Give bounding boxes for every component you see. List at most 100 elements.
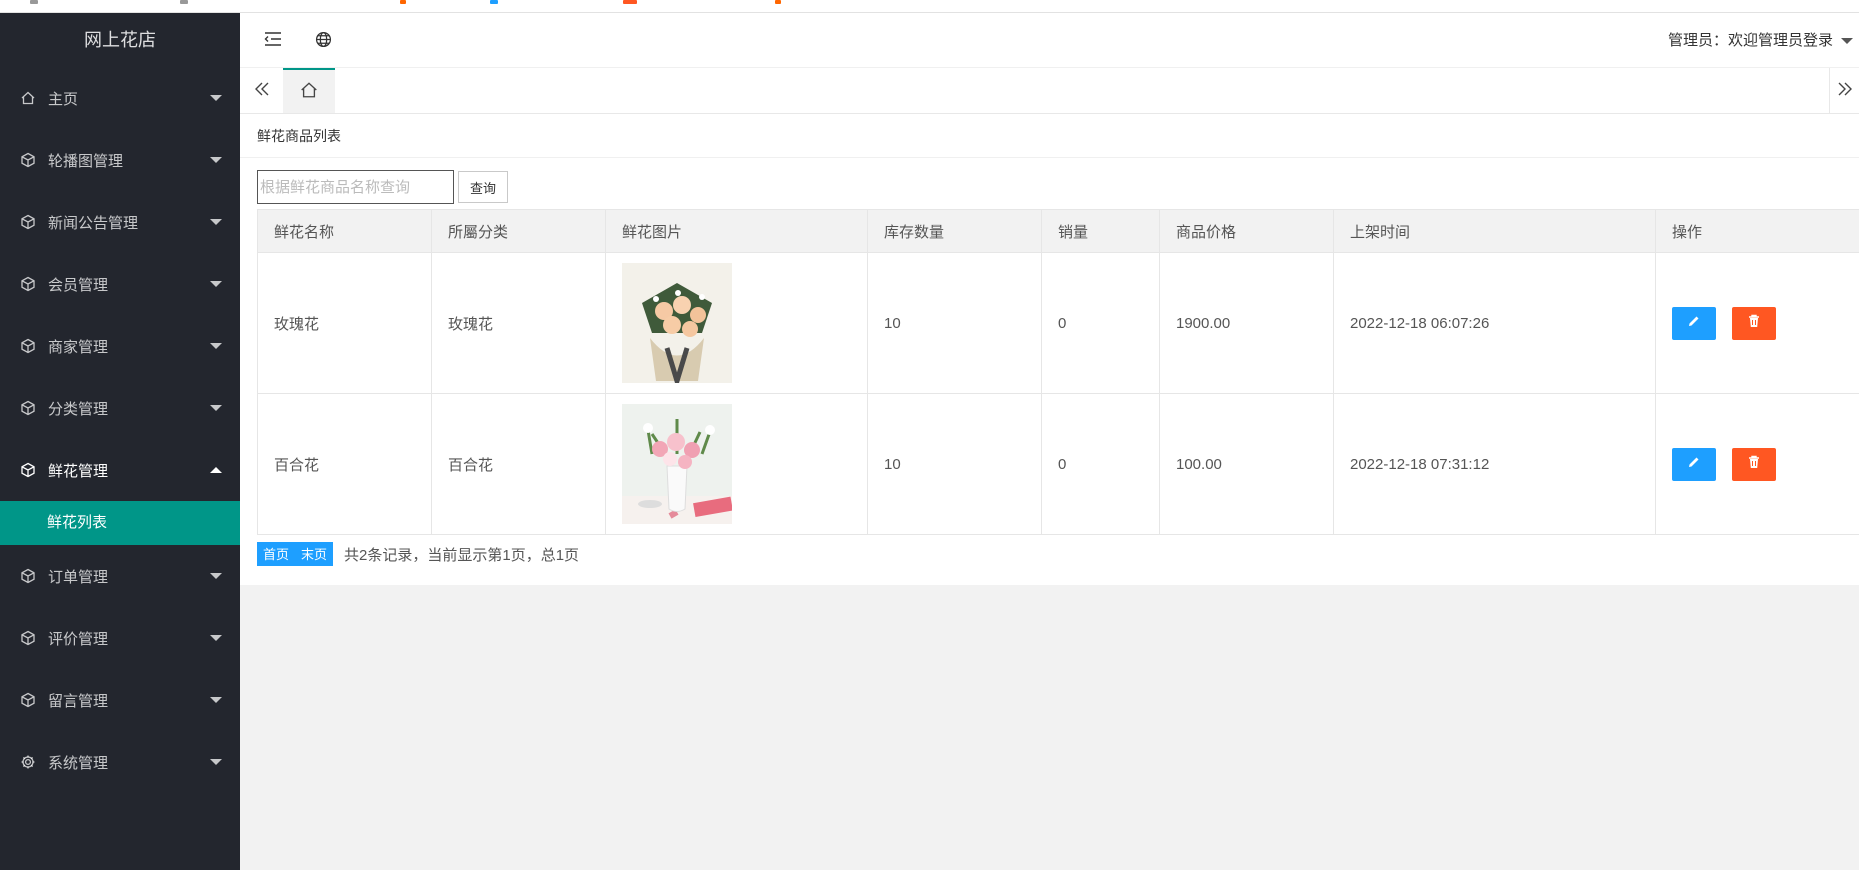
sidebar-item-categories[interactable]: 分类管理 bbox=[0, 377, 240, 439]
column-header: 鲜花图片 bbox=[605, 209, 868, 253]
column-header: 鲜花名称 bbox=[257, 209, 432, 253]
chevron-down-icon bbox=[210, 219, 222, 225]
admin-label: 管理员：欢迎管理员登录 bbox=[1667, 32, 1833, 49]
chevron-down-icon bbox=[210, 95, 222, 101]
cell-stock: 10 bbox=[867, 252, 1042, 394]
column-header: 操作 bbox=[1655, 209, 1859, 253]
cell-image bbox=[605, 393, 868, 535]
pagination: 首页 末页 共2条记录，当前显示第1页，总1页 bbox=[257, 542, 579, 566]
column-header: 库存数量 bbox=[867, 209, 1042, 253]
cube-icon bbox=[20, 276, 36, 292]
cell-name: 玫瑰花 bbox=[257, 252, 432, 394]
cube-icon bbox=[20, 692, 36, 708]
gear-icon bbox=[20, 754, 36, 770]
sidebar-item-home[interactable]: 主页 bbox=[0, 67, 240, 129]
cell-actions bbox=[1655, 393, 1859, 535]
page-title: 鲜花商品列表 bbox=[240, 114, 1859, 158]
sidebar-item-label: 轮播图管理 bbox=[48, 152, 124, 170]
table-row: 百合花 百合花 10 0 100.00 2022-12-18 07:31:12 bbox=[257, 393, 1859, 535]
sidebar-item-label: 主页 bbox=[48, 90, 79, 108]
cell-stock: 10 bbox=[867, 393, 1042, 535]
chevron-down-icon bbox=[210, 573, 222, 579]
cell-name: 百合花 bbox=[257, 393, 432, 535]
cell-category: 百合花 bbox=[431, 393, 606, 535]
edit-button[interactable] bbox=[1672, 447, 1716, 481]
chevron-up-icon bbox=[210, 467, 222, 473]
sidebar-item-label: 系统管理 bbox=[48, 754, 109, 772]
language-button[interactable] bbox=[298, 13, 348, 68]
content-card: 鲜花商品列表 查询 鲜花名称 所屬分类 鲜花图片 库存数量 销量 商品价格 上架… bbox=[240, 114, 1859, 585]
chevron-down-icon bbox=[210, 405, 222, 411]
cell-listed-time: 2022-12-18 06:07:26 bbox=[1333, 252, 1656, 394]
double-chevron-left-icon bbox=[253, 81, 271, 100]
sidebar-item-flowers[interactable]: 鲜花管理 bbox=[0, 439, 240, 501]
pagination-info: 共2条记录，当前显示第1页，总1页 bbox=[344, 546, 580, 564]
table-header-row: 鲜花名称 所屬分类 鲜花图片 库存数量 销量 商品价格 上架时间 操作 bbox=[257, 209, 1859, 253]
home-icon bbox=[20, 90, 36, 106]
cell-sales: 0 bbox=[1041, 393, 1160, 535]
browser-top-strip bbox=[0, 0, 1859, 13]
sidebar-item-orders[interactable]: 订单管理 bbox=[0, 545, 240, 607]
sidebar-item-merchants[interactable]: 商家管理 bbox=[0, 315, 240, 377]
lily-vase-photo bbox=[622, 404, 732, 524]
cube-icon bbox=[20, 462, 36, 478]
tab-scroll-left-button[interactable] bbox=[240, 68, 283, 113]
trash-icon bbox=[1747, 314, 1761, 332]
sidebar-item-label: 会员管理 bbox=[48, 276, 109, 294]
cell-price: 1900.00 bbox=[1159, 252, 1334, 394]
cell-listed-time: 2022-12-18 07:31:12 bbox=[1333, 393, 1656, 535]
cell-price: 100.00 bbox=[1159, 393, 1334, 535]
cube-icon bbox=[20, 400, 36, 416]
tab-scroll-right-button[interactable] bbox=[1829, 68, 1859, 113]
search-button[interactable]: 查询 bbox=[458, 171, 509, 203]
delete-button[interactable] bbox=[1732, 447, 1777, 481]
cube-icon bbox=[20, 152, 36, 168]
table-row: 玫瑰花 玫瑰花 10 0 1900.00 2022-12-18 06:07:26 bbox=[257, 252, 1859, 394]
chevron-down-icon bbox=[210, 281, 222, 287]
admin-menu[interactable]: 管理员：欢迎管理员登录 bbox=[1668, 13, 1859, 68]
chevron-down-icon bbox=[210, 635, 222, 641]
pencil-icon bbox=[1687, 455, 1701, 473]
column-header: 商品价格 bbox=[1159, 209, 1334, 253]
cube-icon bbox=[20, 338, 36, 354]
chevron-down-icon bbox=[1841, 38, 1853, 44]
sidebar-item-carousel[interactable]: 轮播图管理 bbox=[0, 129, 240, 191]
last-page-button[interactable]: 末页 bbox=[295, 542, 334, 566]
double-chevron-right-icon bbox=[1836, 81, 1854, 100]
column-header: 上架时间 bbox=[1333, 209, 1656, 253]
flower-table: 鲜花名称 所屬分类 鲜花图片 库存数量 销量 商品价格 上架时间 操作 玫瑰花 … bbox=[257, 209, 1859, 535]
chevron-down-icon bbox=[210, 343, 222, 349]
cube-icon bbox=[20, 568, 36, 584]
sidebar-item-label: 新闻公告管理 bbox=[48, 214, 139, 232]
chevron-down-icon bbox=[210, 157, 222, 163]
menu-toggle-button[interactable] bbox=[248, 13, 298, 68]
cell-image bbox=[605, 252, 868, 394]
sidebar-item-system[interactable]: 系统管理 bbox=[0, 731, 240, 793]
sidebar-item-label: 评价管理 bbox=[48, 630, 109, 648]
edit-button[interactable] bbox=[1672, 306, 1716, 340]
sidebar-item-messages[interactable]: 留言管理 bbox=[0, 669, 240, 731]
cell-sales: 0 bbox=[1041, 252, 1160, 394]
cell-actions bbox=[1655, 252, 1859, 394]
cell-category: 玫瑰花 bbox=[431, 252, 606, 394]
column-header: 所屬分类 bbox=[431, 209, 606, 253]
first-page-button[interactable]: 首页 bbox=[257, 542, 296, 566]
sidebar-subitem-flower-list[interactable]: 鲜花列表 bbox=[0, 501, 240, 545]
rose-bouquet-photo bbox=[622, 263, 732, 383]
globe-icon bbox=[315, 31, 332, 51]
sidebar-item-label: 订单管理 bbox=[48, 568, 109, 586]
chevron-down-icon bbox=[210, 759, 222, 765]
app-logo-title: 网上花店 bbox=[84, 30, 156, 50]
search-input[interactable] bbox=[257, 170, 454, 204]
tab-bar bbox=[240, 68, 1859, 114]
tab-home[interactable] bbox=[283, 68, 335, 113]
sidebar-item-label: 商家管理 bbox=[48, 338, 109, 356]
sidebar-item-label: 鲜花管理 bbox=[48, 462, 109, 480]
delete-button[interactable] bbox=[1732, 306, 1777, 340]
sidebar-item-reviews[interactable]: 评价管理 bbox=[0, 607, 240, 669]
sidebar-item-members[interactable]: 会员管理 bbox=[0, 253, 240, 315]
sidebar-item-news[interactable]: 新闻公告管理 bbox=[0, 191, 240, 253]
sidebar-item-label: 留言管理 bbox=[48, 692, 109, 710]
cube-icon bbox=[20, 214, 36, 230]
indent-icon bbox=[264, 31, 282, 50]
